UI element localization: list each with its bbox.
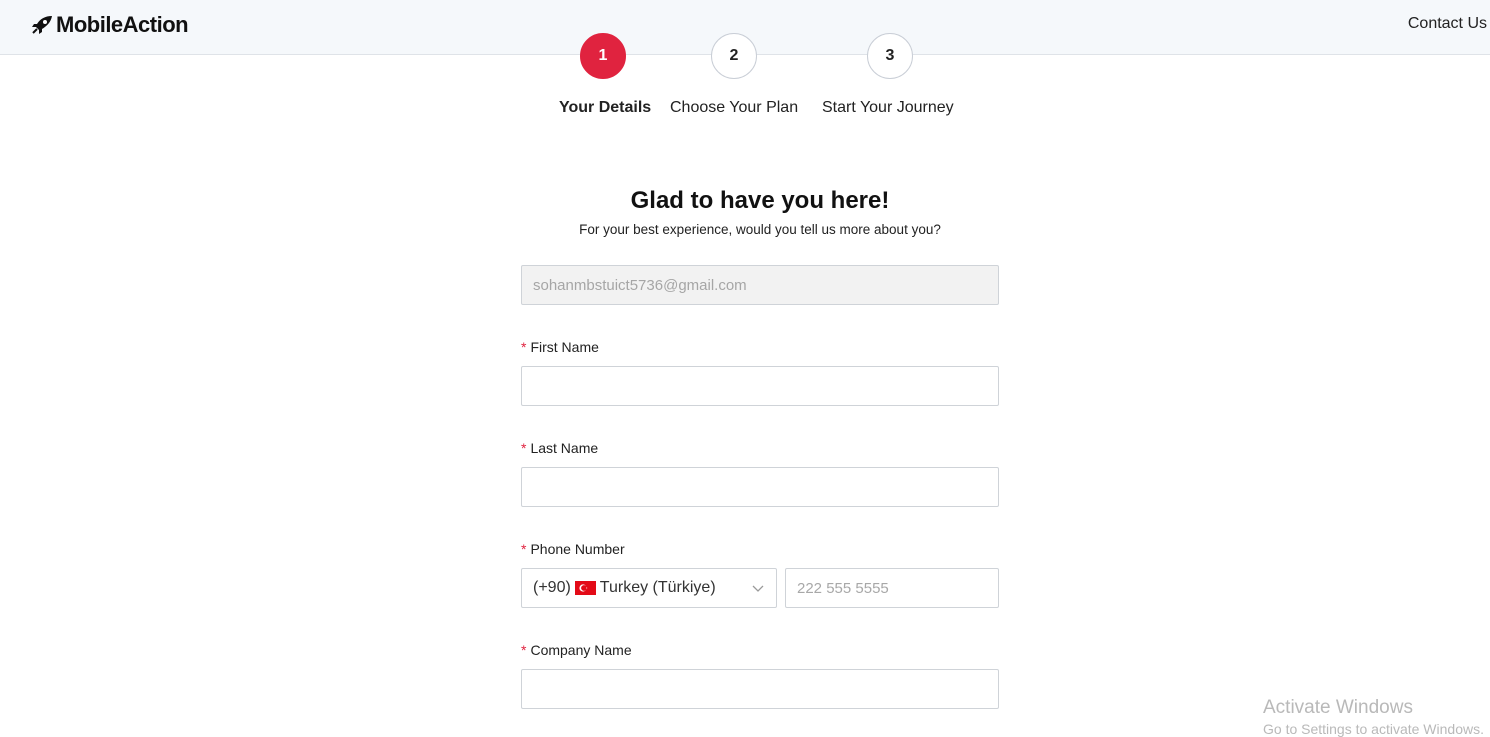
last-name-label: * Last Name [521, 440, 598, 456]
company-name-label: * Company Name [521, 642, 632, 658]
step-1-label: Your Details [559, 99, 652, 116]
turkey-flag-icon [574, 581, 596, 595]
logo[interactable]: MobileAction [31, 12, 189, 38]
step-3-circle: 3 [867, 33, 913, 79]
phone-country: Turkey (Türkiye) [599, 579, 716, 596]
first-name-input[interactable] [521, 366, 999, 406]
required-mark: * [521, 440, 527, 456]
step-2-circle: 2 [711, 33, 757, 79]
required-mark: * [521, 339, 527, 355]
last-name-label-text: Last Name [530, 440, 599, 456]
activate-windows-subtitle: Go to Settings to activate Windows. [1263, 721, 1484, 737]
required-mark: * [521, 642, 527, 658]
step-3-label: Start Your Journey [822, 99, 954, 116]
step-2-label: Choose Your Plan [670, 99, 799, 116]
phone-code: (+90) [533, 579, 571, 596]
rocket-icon [32, 16, 52, 34]
country-code-select[interactable]: (+90) Turkey (Türkiye) [521, 568, 777, 608]
last-name-input[interactable] [521, 467, 999, 507]
phone-label: * Phone Number [521, 541, 625, 557]
page-title: Glad to have you here! [630, 187, 890, 214]
phone-number-input[interactable] [785, 568, 999, 608]
activate-windows-title: Activate Windows [1263, 697, 1413, 718]
company-name-label-text: Company Name [530, 642, 632, 658]
chevron-down-icon [752, 585, 764, 592]
required-mark: * [521, 541, 527, 557]
step-1-circle: 1 [580, 33, 626, 79]
phone-label-text: Phone Number [530, 541, 625, 557]
first-name-label: * First Name [521, 339, 599, 355]
brand-name: MobileAction [56, 12, 189, 37]
page-subtitle: For your best experience, would you tell… [579, 222, 941, 237]
contact-us-link[interactable]: Contact Us [1408, 15, 1487, 33]
first-name-label-text: First Name [530, 339, 599, 355]
email-field [521, 265, 999, 305]
company-name-input[interactable] [521, 669, 999, 709]
